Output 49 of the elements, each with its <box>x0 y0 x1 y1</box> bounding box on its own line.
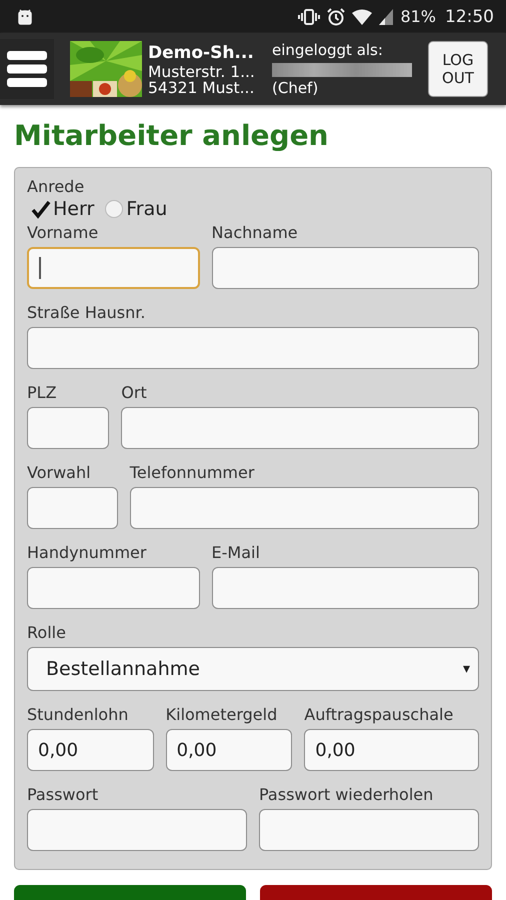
input-field[interactable] <box>27 327 479 369</box>
user-role: (Chef) <box>272 78 320 98</box>
signal-icon <box>379 8 394 24</box>
field-label: Auftragspauschale <box>304 706 454 724</box>
input-field[interactable] <box>27 487 118 529</box>
input-field[interactable] <box>27 809 247 851</box>
field-label: E-Mail <box>212 544 261 562</box>
vibrate-icon <box>298 8 320 26</box>
input-field[interactable] <box>130 487 479 529</box>
field-label: Telefonnummer <box>130 464 256 482</box>
logout-button[interactable]: LOG OUT <box>428 41 488 97</box>
wifi-icon <box>352 8 372 24</box>
input-field[interactable] <box>27 247 200 289</box>
field-label: Passwort <box>27 786 100 804</box>
field-label: Straße Hausnr. <box>27 304 146 322</box>
clock-time: 12:50 <box>445 6 494 26</box>
field-label: Vorwahl <box>27 464 92 482</box>
field-label: Rolle <box>27 624 67 642</box>
input-field[interactable] <box>259 809 479 851</box>
radio-option[interactable]: Herr <box>31 198 94 220</box>
input-field[interactable]: 0,00 <box>166 729 292 771</box>
login-label: eingeloggt als: <box>272 40 384 60</box>
field-label: Stundenlohn <box>27 706 130 724</box>
input-field[interactable] <box>27 407 110 449</box>
input-field[interactable] <box>212 247 479 289</box>
android-icon <box>17 8 33 24</box>
menu-icon <box>7 50 47 88</box>
page-title: Mitarbeiter anlegen <box>14 119 330 153</box>
role-dropdown[interactable]: Bestellannahme ▾ <box>27 647 479 691</box>
radio-option[interactable]: Frau <box>104 198 168 220</box>
input-field[interactable] <box>212 567 479 609</box>
field-label: PLZ <box>27 384 58 402</box>
field-label: Vorname <box>27 224 100 242</box>
alarm-icon <box>327 8 346 26</box>
field-label: Passwort wiederholen <box>259 786 434 804</box>
field-label: Kilometergeld <box>166 706 278 724</box>
input-field[interactable] <box>121 407 479 449</box>
input-field[interactable]: 0,00 <box>304 729 479 771</box>
battery-text: 81% <box>400 7 436 26</box>
shop-street: Musterstr. 1... <box>148 64 256 80</box>
input-field[interactable]: 0,00 <box>27 729 154 771</box>
field-label: Ort <box>121 384 148 402</box>
shop-city: 54321 Must... <box>148 80 256 96</box>
menu-button[interactable] <box>0 39 54 99</box>
field-label: Handynummer <box>27 544 148 562</box>
field-label: Nachname <box>212 224 299 242</box>
input-field[interactable] <box>27 567 200 609</box>
field-label: Anrede <box>27 178 86 196</box>
shop-name: Demo-Sh... <box>148 42 255 64</box>
